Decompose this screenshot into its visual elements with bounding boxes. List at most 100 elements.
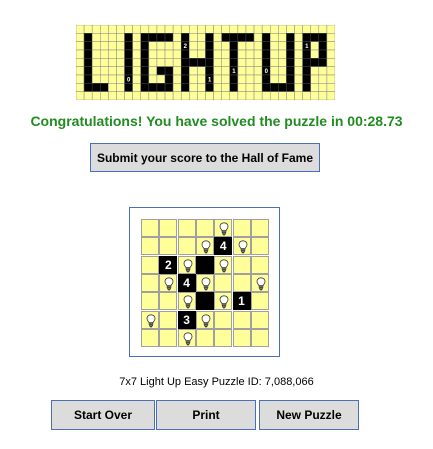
- board-cell[interactable]: [141, 310, 159, 329]
- logo-cell: [156, 58, 166, 67]
- logo-cell: [302, 58, 311, 67]
- puzzle-board[interactable]: 42413: [141, 219, 269, 347]
- logo-cell: [172, 41, 182, 51]
- logo-cell: [278, 66, 287, 76]
- board-cell[interactable]: [141, 273, 159, 292]
- board-cell[interactable]: [141, 219, 159, 237]
- logo-cell: [253, 74, 263, 84]
- logo-cell: [205, 58, 214, 67]
- board-cell[interactable]: [214, 219, 233, 237]
- logo-cell: [253, 49, 263, 59]
- logo-cell: [318, 25, 328, 34]
- board-cell[interactable]: [250, 310, 269, 329]
- print-button[interactable]: Print: [156, 400, 256, 430]
- board-cell[interactable]: [250, 292, 269, 311]
- logo-cell: [286, 66, 295, 76]
- logo-cell: [213, 41, 222, 51]
- logo-cell: [245, 58, 255, 67]
- logo-cell: [164, 66, 174, 76]
- logo-cell: [132, 74, 141, 84]
- logo-cell: [278, 33, 287, 42]
- logo-cell: [172, 91, 182, 100]
- board-cell[interactable]: [250, 237, 269, 256]
- logo-cell: [100, 41, 109, 51]
- submit-score-button[interactable]: Submit your score to the Hall of Fame: [90, 143, 320, 172]
- board-cell[interactable]: [141, 237, 159, 256]
- logo-cell: [116, 58, 125, 67]
- board-cell[interactable]: [141, 255, 159, 274]
- start-over-button[interactable]: Start Over: [51, 400, 155, 430]
- board-cell[interactable]: [214, 255, 233, 274]
- board-cell[interactable]: [214, 292, 233, 311]
- logo-cell: [197, 74, 206, 84]
- logo-cell: [172, 83, 182, 92]
- logo-cell: [237, 41, 247, 51]
- logo-cell: [156, 41, 166, 51]
- logo-cell: [294, 74, 303, 84]
- board-cell[interactable]: [177, 292, 196, 311]
- logo-cell: [270, 49, 279, 59]
- logo-cell: [132, 41, 141, 51]
- logo-cell: [76, 58, 85, 67]
- logo-cell: [116, 74, 125, 84]
- board-cell[interactable]: [159, 219, 178, 237]
- board-cell[interactable]: [159, 292, 178, 311]
- board-cell[interactable]: [195, 328, 214, 347]
- board-cell[interactable]: [159, 328, 178, 347]
- board-cell[interactable]: [159, 237, 178, 256]
- logo-cell: [213, 33, 222, 42]
- board-cell[interactable]: [250, 273, 269, 292]
- wall-cell: 4: [214, 237, 233, 256]
- board-cell[interactable]: [195, 219, 214, 237]
- board-cell[interactable]: [232, 255, 251, 274]
- logo-cell: [172, 49, 182, 59]
- board-cell[interactable]: [232, 237, 251, 256]
- board-cell[interactable]: [214, 310, 233, 329]
- logo-cell: [124, 91, 133, 100]
- logo-cell: [245, 49, 255, 59]
- logo-cell: [76, 49, 85, 59]
- board-cell[interactable]: [177, 328, 196, 347]
- board-cell[interactable]: [250, 219, 269, 237]
- logo-cell: [310, 33, 320, 42]
- board-cell[interactable]: [232, 310, 251, 329]
- board-cell[interactable]: [214, 328, 233, 347]
- logo-cell: [189, 58, 198, 67]
- board-cell[interactable]: [177, 255, 196, 274]
- logo-cell: [156, 33, 166, 42]
- board-cell[interactable]: [159, 273, 178, 292]
- board-cell[interactable]: [250, 255, 269, 274]
- board-cell[interactable]: [232, 219, 251, 237]
- board-cell[interactable]: [214, 273, 233, 292]
- board-cell[interactable]: [177, 219, 196, 237]
- board-cell[interactable]: [195, 273, 214, 292]
- board-cell[interactable]: [250, 328, 269, 347]
- board-cell[interactable]: [195, 237, 214, 256]
- logo-cell: [326, 49, 335, 59]
- board-cell[interactable]: [232, 273, 251, 292]
- logo-cell: [253, 58, 263, 67]
- board-cell[interactable]: [232, 328, 251, 347]
- logo-cell: [261, 49, 271, 59]
- logo-cell: [253, 91, 263, 100]
- logo-cell: [116, 41, 125, 51]
- board-cell[interactable]: [141, 328, 159, 347]
- bulb-icon: [201, 277, 211, 291]
- logo-cell: [286, 58, 295, 67]
- logo-cell: [270, 33, 279, 42]
- logo-cell: [326, 74, 335, 84]
- board-cell[interactable]: [159, 310, 178, 329]
- logo-cell: [148, 33, 158, 42]
- logo-cell: [278, 41, 287, 51]
- logo-cell: [237, 74, 247, 84]
- logo-cell: [237, 91, 247, 100]
- board-cell[interactable]: [195, 310, 214, 329]
- logo-cell: [76, 83, 85, 92]
- logo-cell: [237, 83, 247, 92]
- logo-cell: [156, 74, 166, 84]
- board-cell[interactable]: [177, 237, 196, 256]
- logo-cell: [197, 83, 206, 92]
- board-cell[interactable]: [141, 292, 159, 311]
- new-puzzle-button[interactable]: New Puzzle: [259, 400, 359, 430]
- logo-cell: [253, 25, 263, 34]
